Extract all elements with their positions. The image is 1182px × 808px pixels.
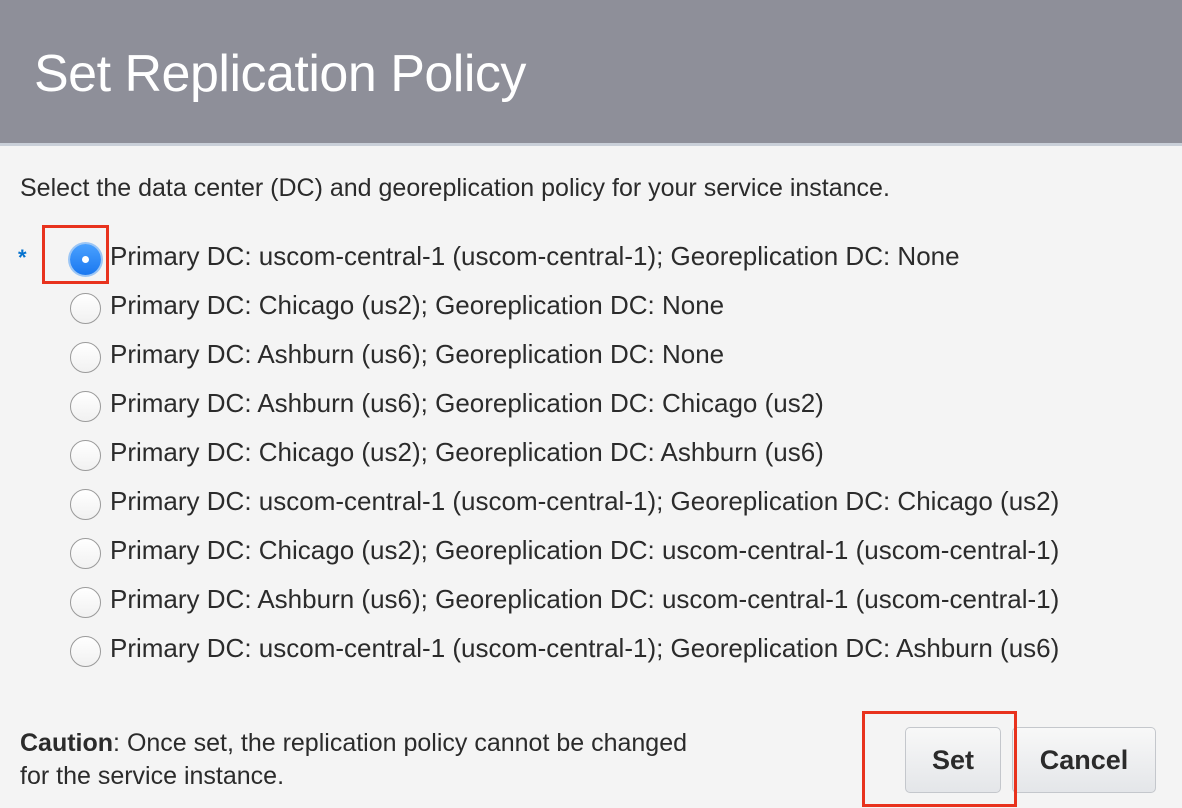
policy-option-label: Primary DC: uscom-central-1 (uscom-centr…	[110, 486, 1060, 516]
radio-button[interactable]	[70, 440, 101, 471]
policy-option[interactable]: Primary DC: Ashburn (us6); Georeplicatio…	[0, 382, 1182, 431]
caution-label: Caution	[20, 729, 114, 757]
cancel-button[interactable]: Cancel	[1012, 727, 1156, 793]
policy-option[interactable]: Primary DC: Ashburn (us6); Georeplicatio…	[0, 333, 1182, 382]
radio-button[interactable]	[70, 293, 101, 324]
radio-button[interactable]	[70, 342, 101, 373]
selected-option-highlight-box	[42, 225, 109, 284]
policy-option-label: Primary DC: uscom-central-1 (uscom-centr…	[110, 241, 960, 271]
policy-option[interactable]: Primary DC: Chicago (us2); Georeplicatio…	[0, 431, 1182, 480]
policy-option[interactable]: Primary DC: uscom-central-1 (uscom-centr…	[0, 480, 1182, 529]
radio-button[interactable]	[70, 587, 101, 618]
policy-option[interactable]: Primary DC: Chicago (us2); Georeplicatio…	[0, 284, 1182, 333]
policy-option-label: Primary DC: Chicago (us2); Georeplicatio…	[110, 290, 725, 320]
policy-option[interactable]: Primary DC: Chicago (us2); Georeplicatio…	[0, 529, 1182, 578]
policy-option-label: Primary DC: Chicago (us2); Georeplicatio…	[110, 437, 824, 467]
dialog-title: Set Replication Policy	[34, 45, 526, 103]
set-button-highlight-box	[862, 711, 1017, 807]
policy-option-label: Primary DC: Ashburn (us6); Georeplicatio…	[110, 388, 824, 418]
policy-option-label: Primary DC: Chicago (us2); Georeplicatio…	[110, 535, 1060, 565]
policy-option-label: Primary DC: Ashburn (us6); Georeplicatio…	[110, 339, 725, 369]
policy-option[interactable]: Primary DC: Ashburn (us6); Georeplicatio…	[0, 578, 1182, 627]
dialog-header: Set Replication Policy	[0, 0, 1182, 146]
policy-option[interactable]: Primary DC: uscom-central-1 (uscom-centr…	[0, 627, 1182, 676]
policy-option-label: Primary DC: uscom-central-1 (uscom-centr…	[110, 633, 1060, 663]
set-replication-policy-dialog: Set Replication Policy Select the data c…	[0, 0, 1182, 808]
policy-option-label: Primary DC: Ashburn (us6); Georeplicatio…	[110, 584, 1060, 614]
instructions-text: Select the data center (DC) and georepli…	[20, 174, 890, 202]
radio-button[interactable]	[70, 489, 101, 520]
radio-button[interactable]	[70, 391, 101, 422]
caution-message: Caution: Once set, the replication polic…	[20, 727, 720, 793]
radio-button[interactable]	[70, 538, 101, 569]
policy-option[interactable]: Primary DC: uscom-central-1 (uscom-centr…	[0, 235, 1182, 284]
caution-text: : Once set, the replication policy canno…	[20, 729, 688, 790]
radio-button[interactable]	[70, 636, 101, 667]
